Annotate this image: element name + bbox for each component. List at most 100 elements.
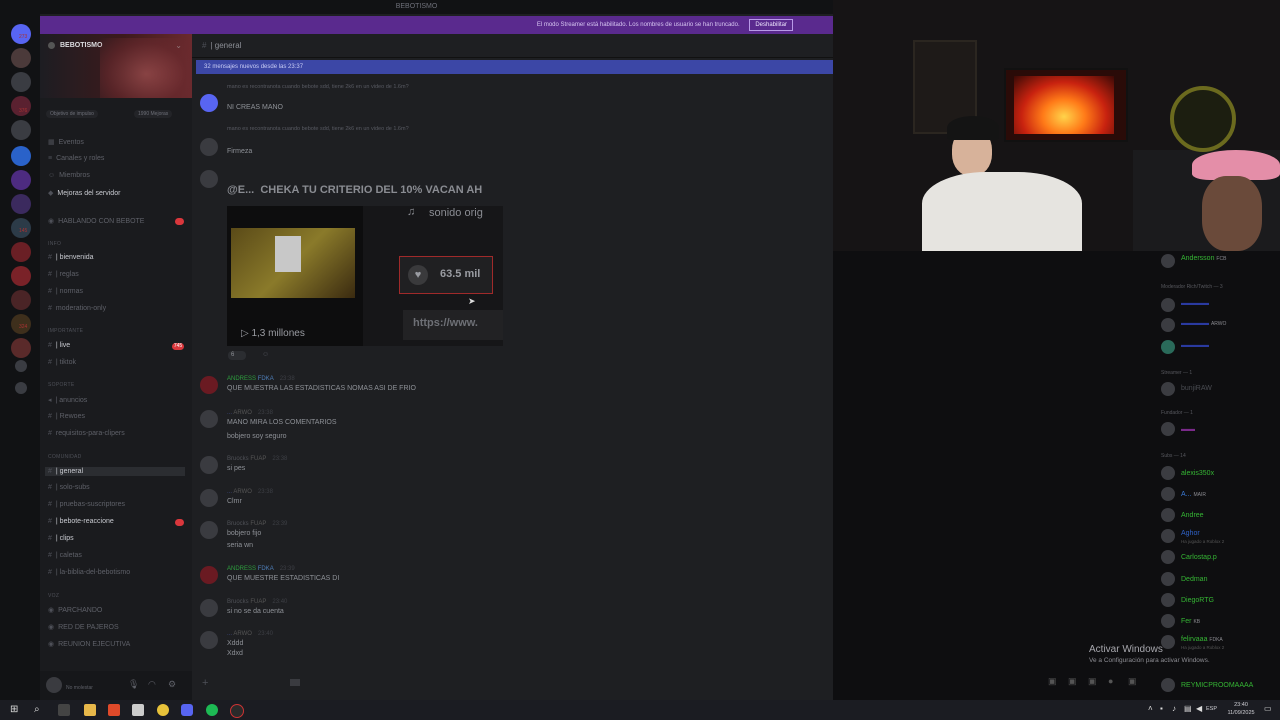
username[interactable]: ANDRESS FDKA 23:39 [227, 566, 295, 572]
tray-icon[interactable]: ▪ [1160, 704, 1163, 713]
brave-icon[interactable] [108, 704, 120, 716]
user-name[interactable]: Andersson FCB [1181, 255, 1226, 262]
username[interactable]: ... ARWO 23:40 [227, 631, 273, 637]
category-soporte[interactable]: SOPORTE [48, 382, 74, 388]
channel-clips[interactable]: # | clips [48, 535, 74, 542]
avatar[interactable] [200, 94, 218, 112]
channel-bebote-reaccione[interactable]: # | bebote-reaccione [48, 518, 114, 525]
user-name[interactable]: bunjiRAW [1181, 385, 1212, 392]
channel-general[interactable]: # | general [45, 467, 185, 476]
user-name[interactable]: DiegoRTG [1181, 597, 1214, 604]
volume-icon[interactable]: ◀ [1196, 704, 1202, 713]
channel-requisitos[interactable]: # requisitos-para-clipers [48, 430, 125, 437]
user-name[interactable]: Carlostap.p [1181, 554, 1217, 561]
username[interactable]: Bruocks FUAP 23:38 [227, 456, 287, 462]
channel-reglas[interactable]: # | reglas [48, 271, 79, 278]
category-importante[interactable]: IMPORTANTE [48, 328, 83, 334]
server-icon[interactable] [11, 72, 31, 92]
server-icon[interactable] [11, 194, 31, 214]
category-info[interactable]: INFO [48, 241, 61, 247]
user-name[interactable]: Fer KB [1181, 618, 1200, 625]
username[interactable]: Bruocks FUAP 23:40 [227, 599, 287, 605]
user-name[interactable]: Andree [1181, 512, 1204, 519]
channel-solo-subs[interactable]: # | solo-subs [48, 484, 90, 491]
language-indicator[interactable]: ESP [1206, 706, 1217, 712]
username[interactable]: ... ARWO 23:38 [227, 410, 273, 416]
search-icon[interactable]: ⌕ [34, 704, 46, 716]
user-name[interactable]: ▬▬▬▬ [1181, 342, 1209, 349]
user-name[interactable]: ▬▬ [1181, 426, 1195, 433]
avatar[interactable] [200, 138, 218, 156]
clock-time[interactable]: 23:40 [1226, 702, 1256, 708]
avatar[interactable] [200, 521, 218, 539]
server-icon[interactable] [11, 338, 31, 358]
notification-icon[interactable]: ▭ [1264, 704, 1272, 713]
channel-live[interactable]: # | live [48, 342, 70, 349]
store-icon[interactable] [132, 704, 144, 716]
sidebar-item-hablando[interactable]: ◉ HABLANDO CON BEBOTE [48, 217, 144, 225]
explore-icon[interactable] [15, 382, 27, 394]
category-voice[interactable]: VOZ [48, 593, 59, 599]
server-icon[interactable] [11, 120, 31, 140]
sidebar-item-server-boost[interactable]: ◆ Mejoras del servidor [48, 189, 120, 197]
sidebar-item-members[interactable]: ☺ Miembros [48, 172, 90, 179]
disable-streamer-mode-button[interactable]: Deshabilitar [749, 19, 793, 31]
channel-biblia[interactable]: # | la-biblia-del-bebotismo [48, 569, 130, 576]
user-name[interactable]: ▬▬▬▬ ARWO [1181, 320, 1226, 327]
toolbar-icon[interactable]: ● [1108, 676, 1113, 686]
toolbar-icon[interactable]: ▣ [1048, 676, 1057, 687]
windows-start-icon[interactable]: ⊞ [10, 704, 22, 716]
add-reaction-icon[interactable]: ☺ [262, 351, 269, 358]
voice-red-de-pajeros[interactable]: ◉ RED DE PAJEROS [48, 623, 119, 631]
voice-parchando[interactable]: ◉ PARCHANDO [48, 606, 102, 614]
avatar[interactable] [200, 376, 218, 394]
message-input[interactable]: + [202, 675, 822, 695]
channel-moderation-only[interactable]: # moderation-only [48, 305, 106, 312]
discord-icon[interactable] [181, 704, 193, 716]
sidebar-item-channels-roles[interactable]: ≡ Canales y roles [48, 155, 104, 162]
clock-date[interactable]: 11/09/2025 [1222, 710, 1260, 716]
avatar[interactable] [200, 456, 218, 474]
boosts-chip[interactable]: 1990 Mejoras [134, 110, 173, 118]
user-name[interactable]: Aghor [1181, 530, 1200, 537]
avatar[interactable] [200, 170, 218, 188]
mic-icon[interactable]: ♪ [1172, 704, 1176, 713]
gif-icon[interactable] [290, 679, 300, 686]
user-name[interactable]: Dedman [1181, 576, 1207, 583]
channel-pruebas-suscriptores[interactable]: # | pruebas-suscriptores [48, 501, 125, 508]
network-icon[interactable]: ▤ [1184, 704, 1192, 713]
username[interactable]: ANDRESS FDKA 23:38 [227, 376, 295, 382]
avatar[interactable] [200, 631, 218, 649]
user-name[interactable]: alexis350x [1181, 470, 1214, 477]
plus-icon[interactable]: + [202, 677, 208, 689]
avatar[interactable] [200, 410, 218, 428]
toolbar-icon[interactable]: ▣ [1088, 676, 1097, 687]
file-explorer-icon[interactable] [84, 704, 96, 716]
reaction-pill[interactable]: 6 [228, 351, 246, 360]
server-icon[interactable] [11, 266, 31, 286]
add-server-icon[interactable] [15, 360, 27, 372]
chrome-icon[interactable] [157, 704, 169, 716]
user-name[interactable]: felirvaaa FDKA [1181, 636, 1223, 643]
gear-icon[interactable]: ⚙ [168, 679, 176, 690]
spotify-icon[interactable] [206, 704, 218, 716]
chevron-up-icon[interactable]: ˄ [1148, 704, 1153, 713]
video-embed[interactable]: ▷ 1,3 millones ♫ sonido orig ♥ 63.5 mil … [227, 206, 503, 346]
server-icon[interactable] [11, 146, 31, 166]
server-icon[interactable] [11, 290, 31, 310]
channel-normas[interactable]: # | normas [48, 288, 83, 295]
video-thumbnail[interactable] [231, 228, 355, 298]
toolbar-icon[interactable]: ▣ [1068, 676, 1077, 687]
reply-preview[interactable]: mano es recontranota cuando bebote sdd, … [227, 126, 409, 132]
new-messages-bar[interactable]: 32 mensajes nuevos desde las 23:37 [196, 60, 833, 74]
avatar[interactable] [200, 566, 218, 584]
toolbar-icon[interactable]: ▣ [1128, 676, 1137, 687]
voice-reunion-ejecutiva[interactable]: ◉ REUNION EJECUTIVA [48, 640, 130, 648]
server-icon[interactable] [11, 170, 31, 190]
channel-caletas[interactable]: # | caletas [48, 552, 82, 559]
guild-banner[interactable]: BEBOTISMO ⌄ [40, 34, 192, 98]
channel-rewoes[interactable]: # | Rewoes [48, 413, 85, 420]
user-name[interactable]: A... MAIR [1181, 491, 1206, 498]
mic-icon[interactable]: 🎙 [128, 679, 139, 690]
task-view-icon[interactable] [58, 704, 70, 716]
